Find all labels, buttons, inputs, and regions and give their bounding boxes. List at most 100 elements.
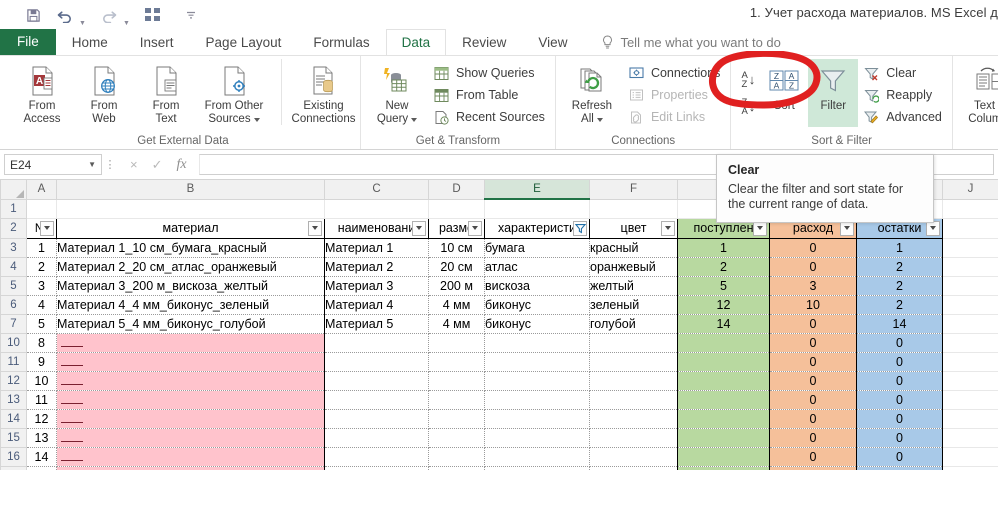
grid-cell[interactable]: 1: [677, 238, 770, 258]
grid-cell[interactable]: [56, 409, 325, 429]
grid-cell[interactable]: [56, 371, 325, 391]
insert-function-icon[interactable]: fx: [177, 157, 187, 173]
grid-cell[interactable]: 0: [856, 352, 943, 372]
grid-cell[interactable]: [677, 428, 770, 448]
column-header-C[interactable]: C: [324, 180, 429, 200]
grid-cell-filler[interactable]: [942, 409, 998, 429]
grid-cell[interactable]: [428, 199, 485, 219]
name-box[interactable]: E24 ▼: [4, 154, 102, 175]
grid-cell[interactable]: 5: [26, 314, 57, 334]
tab-file[interactable]: File: [0, 29, 56, 55]
grid-cell[interactable]: зеленый: [589, 295, 678, 315]
tab-review[interactable]: Review: [446, 29, 522, 55]
tab-home[interactable]: Home: [56, 29, 124, 55]
row-header[interactable]: 4: [0, 256, 27, 277]
column-header-F[interactable]: F: [589, 180, 678, 200]
grid-cell[interactable]: 0: [856, 371, 943, 391]
grid-cell[interactable]: Материал 4: [324, 295, 429, 315]
grid-cell[interactable]: 200 м: [428, 276, 485, 296]
grid-cell[interactable]: [428, 466, 485, 470]
grid-cell[interactable]: [324, 199, 429, 219]
filter-active-button[interactable]: [573, 220, 587, 236]
grid-cell[interactable]: 4 мм: [428, 295, 485, 315]
grid-cell[interactable]: [428, 428, 485, 448]
sort-ascending-button[interactable]: A Z ↓: [741, 70, 755, 89]
grid-cell[interactable]: [589, 199, 678, 219]
row-header[interactable]: 16: [0, 446, 27, 467]
row-header[interactable]: 5: [0, 275, 27, 296]
grid-cell-filler[interactable]: [942, 276, 998, 296]
grid-cell[interactable]: [589, 447, 678, 467]
grid-cell[interactable]: Материал 2: [324, 257, 429, 277]
grid-cell[interactable]: [56, 447, 325, 467]
grid-cell[interactable]: 0: [856, 409, 943, 429]
grid-cell[interactable]: 0: [856, 447, 943, 467]
grid-cell-filler[interactable]: [942, 333, 998, 353]
grid-cell[interactable]: 5: [677, 276, 770, 296]
grid-cell[interactable]: 0: [769, 428, 857, 448]
grid-cell[interactable]: [428, 390, 485, 410]
grid-cell[interactable]: [428, 333, 485, 353]
grid-cell[interactable]: 10: [26, 371, 57, 391]
filter-dropdown-button[interactable]: [308, 220, 322, 236]
filter-dropdown-button[interactable]: [468, 220, 482, 236]
column-header-J[interactable]: J: [942, 180, 998, 200]
row-header[interactable]: 3: [0, 237, 27, 258]
grid-cell-filler[interactable]: [942, 352, 998, 372]
show-queries-button[interactable]: Show Queries: [428, 62, 550, 84]
grid-cell[interactable]: голубой: [589, 314, 678, 334]
grid-cell[interactable]: [324, 466, 429, 470]
grid-cell-filler[interactable]: [942, 314, 998, 334]
row-header[interactable]: 14: [0, 408, 27, 429]
grid-cell-filler[interactable]: [942, 466, 998, 470]
grid-cell[interactable]: 20 см: [428, 257, 485, 277]
row-header[interactable]: 15: [0, 427, 27, 448]
grid-cell[interactable]: 13: [26, 428, 57, 448]
refresh-all-button[interactable]: Refresh All: [561, 59, 623, 125]
grid-cell[interactable]: [428, 447, 485, 467]
grid-cell[interactable]: [484, 390, 590, 410]
grid-cell[interactable]: [589, 371, 678, 391]
recent-sources-button[interactable]: Recent Sources: [428, 106, 550, 128]
grid-cell[interactable]: 0: [769, 314, 857, 334]
grid-cell[interactable]: [56, 466, 325, 470]
grid-cell[interactable]: [484, 199, 590, 219]
more-icon[interactable]: [182, 6, 200, 24]
column-header-B[interactable]: B: [56, 180, 325, 200]
grid-cell-filler[interactable]: [942, 257, 998, 277]
grid-cell[interactable]: [324, 390, 429, 410]
grid-cell[interactable]: [324, 333, 429, 353]
grid-cell[interactable]: [56, 352, 325, 372]
grid-cell[interactable]: желтый: [589, 276, 678, 296]
grid-cell[interactable]: оранжевый: [589, 257, 678, 277]
grid-cell[interactable]: 14: [677, 314, 770, 334]
grid-cell[interactable]: [56, 390, 325, 410]
grid-cell-filler[interactable]: [942, 199, 998, 219]
tab-view[interactable]: View: [522, 29, 583, 55]
grid-cell[interactable]: [428, 371, 485, 391]
grid-cell[interactable]: [589, 428, 678, 448]
grid-cell-filler[interactable]: [942, 371, 998, 391]
grid-cell[interactable]: [484, 371, 590, 391]
grid-cell[interactable]: Материал 2_20 см_атлас_оранжевый: [56, 257, 325, 277]
grid-cell[interactable]: 2: [856, 295, 943, 315]
grid-cell[interactable]: 1: [856, 238, 943, 258]
grid-cell-filler[interactable]: [942, 238, 998, 258]
undo-icon[interactable]: [56, 6, 74, 24]
column-header-D[interactable]: D: [428, 180, 485, 200]
grid-cell[interactable]: [428, 352, 485, 372]
grid-cell[interactable]: [677, 466, 770, 470]
row-header[interactable]: 1: [0, 198, 27, 219]
from-other-sources-button[interactable]: From Other Sources: [197, 59, 271, 125]
grid-cell[interactable]: атлас: [484, 257, 590, 277]
existing-connections-button[interactable]: Existing Connections: [281, 59, 355, 125]
grid-cell[interactable]: [324, 447, 429, 467]
refresh-all-caret[interactable]: [596, 117, 603, 122]
grid-cell[interactable]: Материал 1_10 см_бумага_красный: [56, 238, 325, 258]
row-header[interactable]: 6: [0, 294, 27, 315]
grid-cell[interactable]: 1: [26, 238, 57, 258]
row-header[interactable]: 17: [0, 465, 27, 470]
from-table-button[interactable]: From Table: [428, 84, 550, 106]
grid-cell-filler[interactable]: [942, 295, 998, 315]
tab-page-layout[interactable]: Page Layout: [190, 29, 298, 55]
